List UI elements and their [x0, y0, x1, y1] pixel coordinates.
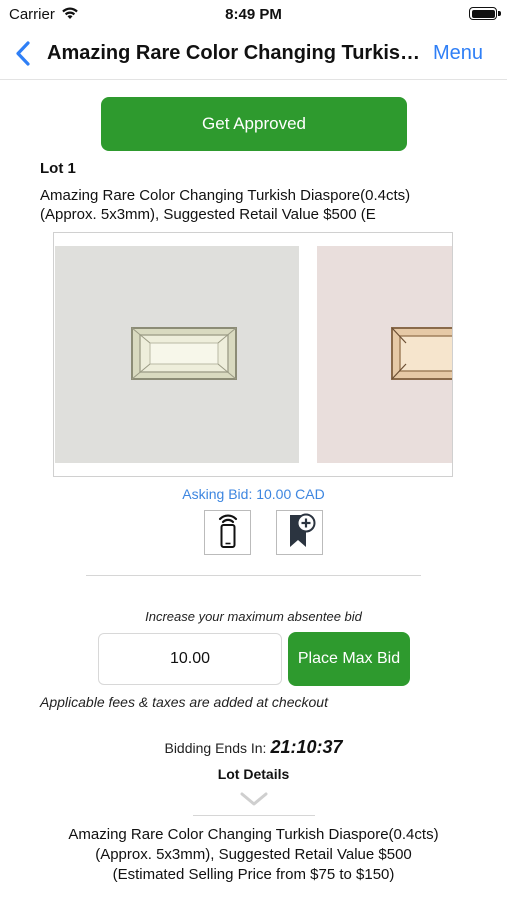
lot-short-description-line-2: (Approx. 5x3mm), Suggested Retail Value …	[40, 206, 376, 223]
lot-details-toggle[interactable]: Lot Details	[0, 766, 507, 782]
navigation-bar: Amazing Rare Color Changing Turkish Dias…	[0, 28, 507, 80]
chevron-down-icon[interactable]	[238, 790, 270, 813]
get-approved-button[interactable]: Get Approved	[101, 97, 407, 151]
lot-number: Lot 1	[40, 160, 76, 177]
fees-note: Applicable fees & taxes are added at che…	[40, 694, 328, 710]
bookmark-add-icon	[284, 511, 316, 554]
status-bar: Carrier 8:49 PM	[0, 0, 507, 28]
bidding-ends: Bidding Ends In: 21:10:37	[0, 737, 507, 758]
lot-full-description-line-2: (Approx. 5x3mm), Suggested Retail Value …	[95, 846, 412, 863]
lot-image-gallery[interactable]	[53, 232, 453, 477]
clock-time: 8:49 PM	[225, 6, 282, 23]
lot-photo-1[interactable]	[54, 233, 307, 476]
lot-full-description-line-1: Amazing Rare Color Changing Turkish Dias…	[68, 826, 439, 843]
lot-short-description-line-1: Amazing Rare Color Changing Turkish Dias…	[40, 187, 411, 204]
add-to-watchlist-button[interactable]	[276, 510, 323, 555]
section-divider	[86, 575, 421, 576]
live-bid-button[interactable]	[204, 510, 251, 555]
place-max-bid-button[interactable]: Place Max Bid	[288, 632, 410, 686]
battery-icon	[469, 7, 501, 20]
absentee-bid-prompt: Increase your maximum absentee bid	[145, 609, 362, 624]
back-chevron-icon[interactable]	[10, 38, 38, 70]
menu-button[interactable]: Menu	[433, 42, 483, 65]
page-title: Amazing Rare Color Changing Turkish Dias…	[47, 42, 422, 64]
asking-bid: Asking Bid: 10.00 CAD	[182, 486, 325, 502]
lot-photo-2[interactable]	[310, 233, 452, 476]
phone-signal-icon	[213, 511, 243, 554]
details-divider	[193, 815, 315, 816]
bidding-ends-label: Bidding Ends In:	[164, 740, 267, 756]
countdown-timer: 21:10:37	[270, 737, 343, 757]
max-bid-input[interactable]	[98, 633, 282, 685]
lot-short-description: Amazing Rare Color Changing Turkish Dias…	[40, 186, 480, 224]
lot-full-description-line-3: (Estimated Selling Price from $75 to $15…	[112, 866, 395, 883]
lot-full-description: Amazing Rare Color Changing Turkish Dias…	[0, 825, 507, 885]
